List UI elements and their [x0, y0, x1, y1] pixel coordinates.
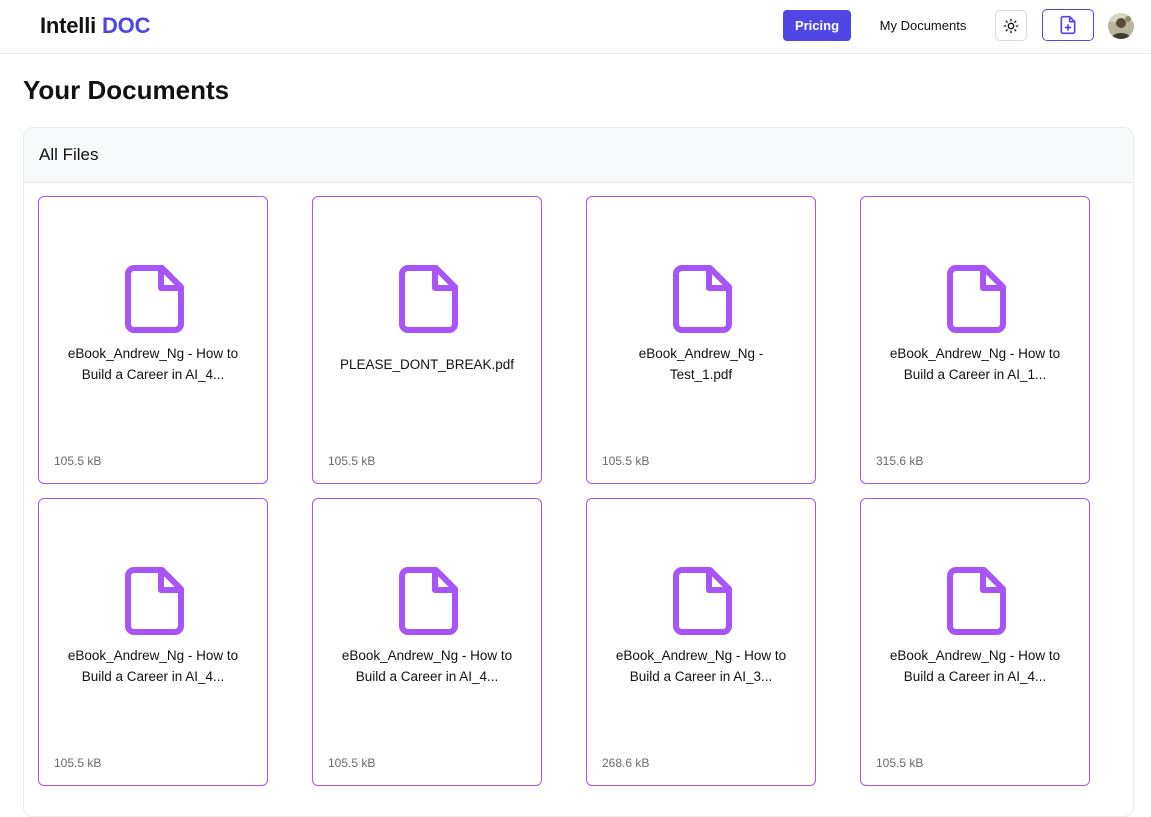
file-icon: [399, 567, 458, 635]
theme-toggle-button[interactable]: [995, 10, 1027, 41]
file-card[interactable]: eBook_Andrew_Ng - How to Build a Career …: [586, 498, 816, 786]
page-title: Your Documents: [23, 75, 230, 105]
panel-header: All Files: [24, 128, 1133, 183]
sun-icon: [1003, 18, 1019, 33]
my-documents-link[interactable]: My Documents: [870, 10, 976, 41]
file-icon: [399, 265, 458, 333]
file-name: eBook_Andrew_Ng - How to Build a Career …: [67, 648, 239, 684]
file-size: 315.6 kB: [876, 454, 924, 468]
file-card[interactable]: eBook_Andrew_Ng - How to Build a Career …: [312, 498, 542, 786]
file-grid: eBook_Andrew_Ng - How to Build a Career …: [38, 196, 1090, 786]
file-name: eBook_Andrew_Ng - How to Build a Career …: [615, 648, 787, 684]
all-files-panel: All Files eBook_Andrew_Ng - How to Build…: [23, 127, 1134, 817]
user-avatar[interactable]: [1108, 13, 1134, 39]
file-name: eBook_Andrew_Ng - Test_1.pdf: [638, 346, 764, 382]
file-card[interactable]: eBook_Andrew_Ng - How to Build a Career …: [38, 498, 268, 786]
file-name: eBook_Andrew_Ng - How to Build a Career …: [889, 648, 1061, 684]
file-icon: [125, 567, 184, 635]
file-icon: [125, 265, 184, 333]
app-logo[interactable]: Intelli DOC: [40, 13, 150, 39]
upload-document-button[interactable]: [1042, 9, 1094, 41]
file-size: 105.5 kB: [328, 454, 376, 468]
file-card[interactable]: PLEASE_DONT_BREAK.pdf 105.5 kB: [312, 196, 542, 484]
panel-title: All Files: [39, 145, 99, 164]
navbar: Intelli DOC Pricing My Documents: [0, 0, 1151, 54]
file-card[interactable]: eBook_Andrew_Ng - Test_1.pdf 105.5 kB: [586, 196, 816, 484]
logo-accent-text: DOC: [101, 13, 151, 38]
file-name: PLEASE_DONT_BREAK.pdf: [339, 357, 515, 372]
file-size: 268.6 kB: [602, 756, 650, 770]
file-card[interactable]: eBook_Andrew_Ng - How to Build a Career …: [38, 196, 268, 484]
file-card[interactable]: eBook_Andrew_Ng - How to Build a Career …: [860, 498, 1090, 786]
file-name: eBook_Andrew_Ng - How to Build a Career …: [67, 346, 239, 382]
file-name: eBook_Andrew_Ng - How to Build a Career …: [889, 346, 1061, 382]
file-plus-icon: [1060, 15, 1076, 35]
file-card[interactable]: eBook_Andrew_Ng - How to Build a Career …: [860, 196, 1090, 484]
file-icon: [673, 567, 732, 635]
file-icon: [947, 265, 1006, 333]
file-size: 105.5 kB: [602, 454, 650, 468]
pricing-button[interactable]: Pricing: [783, 10, 851, 41]
logo-main-text: Intelli: [40, 13, 97, 38]
file-size: 105.5 kB: [54, 756, 102, 770]
file-name: eBook_Andrew_Ng - How to Build a Career …: [341, 648, 513, 684]
file-icon: [947, 567, 1006, 635]
file-size: 105.5 kB: [54, 454, 102, 468]
file-icon: [673, 265, 732, 333]
file-size: 105.5 kB: [876, 756, 924, 770]
file-size: 105.5 kB: [328, 756, 376, 770]
